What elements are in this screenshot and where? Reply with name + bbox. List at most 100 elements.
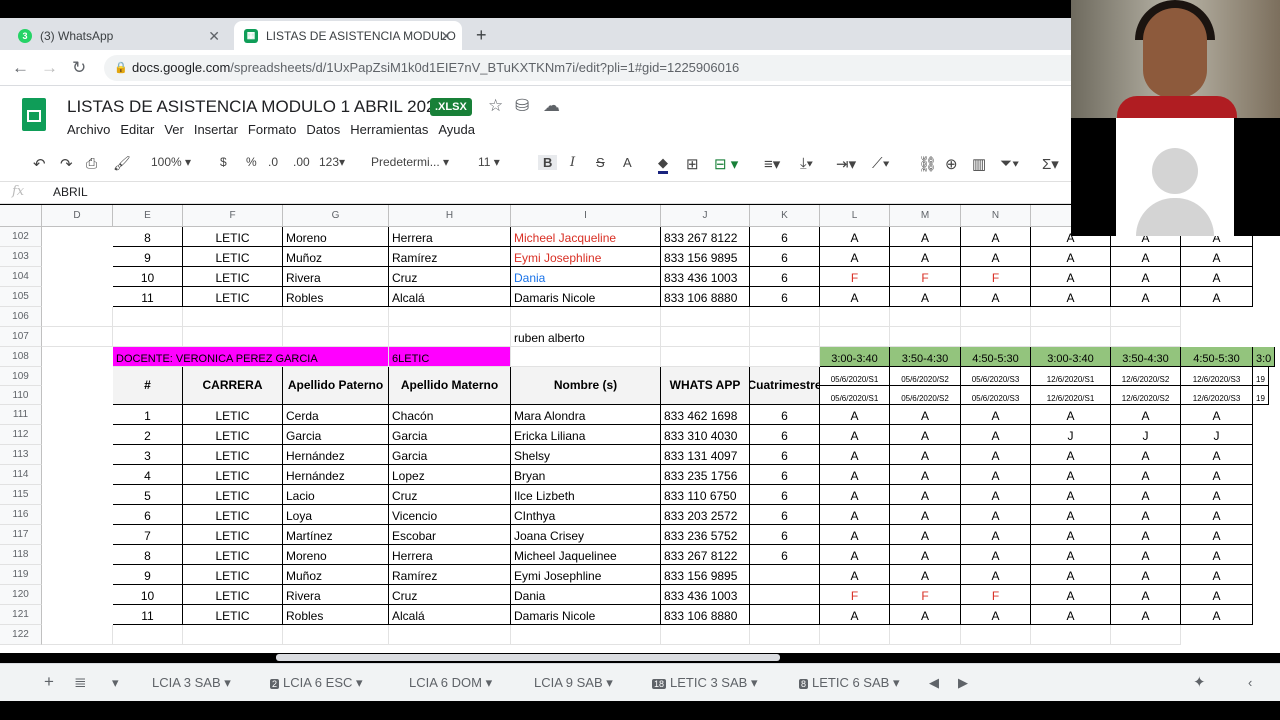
cell-attendance[interactable]: J bbox=[1031, 425, 1111, 445]
cell-attendance[interactable]: A bbox=[820, 247, 890, 267]
header-date[interactable]: 12/6/2020/S3 bbox=[1181, 386, 1253, 405]
cell-attendance[interactable]: A bbox=[820, 605, 890, 625]
sheets-logo-icon[interactable] bbox=[22, 98, 46, 131]
cell-nombre[interactable]: CInthya bbox=[511, 505, 661, 525]
cell-apellido-materno[interactable]: Cruz bbox=[389, 267, 511, 287]
cell-empty[interactable] bbox=[750, 327, 820, 347]
sheet-tabs-dropdown-icon[interactable]: ▾ bbox=[112, 675, 119, 691]
cell-number[interactable]: 10 bbox=[113, 267, 183, 287]
cell-nombre[interactable]: Mara Alondra bbox=[511, 405, 661, 425]
cell-attendance[interactable]: A bbox=[961, 565, 1031, 585]
cell-whatsapp[interactable]: 833 267 8122 bbox=[661, 227, 750, 247]
cell-apellido-materno[interactable]: Lopez bbox=[389, 465, 511, 485]
cell-time-slot[interactable]: 3:00-3:40 bbox=[1031, 347, 1111, 367]
cell-number[interactable]: 11 bbox=[113, 287, 183, 307]
header-date[interactable]: 19 bbox=[1253, 367, 1269, 386]
zoom-select[interactable]: 100% ▾ bbox=[151, 155, 191, 169]
cell-attendance[interactable]: A bbox=[820, 287, 890, 307]
link-icon[interactable]: ⛓ bbox=[918, 155, 937, 173]
sheet-tab-lcia-9-sab[interactable]: LCIA 9 SAB ▾ bbox=[534, 675, 613, 691]
cell-number[interactable]: 7 bbox=[113, 525, 183, 545]
cell-attendance[interactable]: A bbox=[1031, 405, 1111, 425]
row-header[interactable]: 119 bbox=[0, 565, 42, 585]
cell-apellido-materno[interactable]: Escobar bbox=[389, 525, 511, 545]
cell-attendance[interactable]: A bbox=[961, 405, 1031, 425]
header-date[interactable]: 05/6/2020/S1 bbox=[820, 367, 890, 386]
cell-whatsapp[interactable]: 833 236 5752 bbox=[661, 525, 750, 545]
tab-spreadsheet[interactable]: ▦ LISTAS DE ASISTENCIA MODULO ✕ bbox=[234, 21, 462, 50]
cell-whatsapp[interactable]: 833 436 1003 bbox=[661, 585, 750, 605]
forward-icon[interactable]: → bbox=[41, 58, 58, 78]
cell-whatsapp[interactable]: 833 436 1003 bbox=[661, 267, 750, 287]
cell-time-slot[interactable]: 4:50-5:30 bbox=[1181, 347, 1253, 367]
cell-empty[interactable] bbox=[113, 327, 183, 347]
column-header-j[interactable]: J bbox=[661, 205, 750, 227]
menu-ayuda[interactable]: Ayuda bbox=[438, 122, 475, 137]
header-date[interactable]: 12/6/2020/S2 bbox=[1111, 386, 1181, 405]
header-nombre[interactable]: Nombre (s) bbox=[511, 367, 661, 405]
cell-note[interactable]: ruben alberto bbox=[511, 327, 661, 347]
cell-nombre[interactable]: Dania bbox=[511, 585, 661, 605]
cell-attendance[interactable]: A bbox=[890, 405, 961, 425]
cell-attendance[interactable]: A bbox=[890, 445, 961, 465]
cell-empty[interactable] bbox=[750, 625, 820, 645]
cell-apellido-paterno[interactable]: Hernández bbox=[283, 445, 389, 465]
cell-attendance[interactable]: A bbox=[890, 525, 961, 545]
cell-whatsapp[interactable]: 833 106 8880 bbox=[661, 287, 750, 307]
header-carrera[interactable]: CARRERA bbox=[183, 367, 283, 405]
cell-attendance[interactable]: A bbox=[1031, 267, 1111, 287]
cell-number[interactable]: 10 bbox=[113, 585, 183, 605]
cell-apellido-materno[interactable]: Alcalá bbox=[389, 605, 511, 625]
cell-apellido-materno[interactable]: Herrera bbox=[389, 227, 511, 247]
cell-grupo[interactable]: 6LETIC bbox=[389, 347, 511, 367]
cell-empty[interactable] bbox=[750, 307, 820, 327]
header-date[interactable]: 12/6/2020/S3 bbox=[1181, 367, 1253, 386]
cell-apellido-paterno[interactable]: Moreno bbox=[283, 227, 389, 247]
cell-empty[interactable] bbox=[661, 327, 750, 347]
cell-attendance[interactable]: A bbox=[1111, 247, 1181, 267]
cell-time-slot[interactable]: 3:50-4:30 bbox=[890, 347, 961, 367]
close-icon[interactable]: ✕ bbox=[208, 28, 220, 45]
italic-icon[interactable]: I bbox=[570, 155, 575, 170]
cell-whatsapp[interactable]: 833 235 1756 bbox=[661, 465, 750, 485]
cell-attendance[interactable]: A bbox=[961, 505, 1031, 525]
cell-attendance[interactable]: A bbox=[890, 505, 961, 525]
select-all-corner[interactable] bbox=[0, 205, 42, 227]
cell-attendance[interactable]: A bbox=[890, 425, 961, 445]
functions-icon[interactable]: Σ▾ bbox=[1042, 155, 1059, 173]
menu-datos[interactable]: Datos bbox=[306, 122, 340, 137]
column-header-k[interactable]: K bbox=[750, 205, 820, 227]
cell-attendance[interactable]: A bbox=[1111, 585, 1181, 605]
cell-empty[interactable] bbox=[283, 327, 389, 347]
column-header-g[interactable]: G bbox=[283, 205, 389, 227]
cell-empty[interactable] bbox=[961, 327, 1031, 347]
menu-ver[interactable]: Ver bbox=[164, 122, 184, 137]
row-header[interactable]: 115 bbox=[0, 485, 42, 505]
row-header[interactable]: 121 bbox=[0, 605, 42, 625]
currency-button[interactable]: $ bbox=[220, 155, 227, 169]
cell-empty[interactable] bbox=[1111, 307, 1181, 327]
cell-apellido-paterno[interactable]: Hernández bbox=[283, 465, 389, 485]
cell-apellido-materno[interactable]: Ramírez bbox=[389, 247, 511, 267]
reload-icon[interactable]: ↻ bbox=[72, 58, 86, 78]
cell-cuatrimestre[interactable]: 6 bbox=[750, 505, 820, 525]
cell-attendance[interactable]: A bbox=[820, 445, 890, 465]
more-formats-button[interactable]: 123▾ bbox=[319, 155, 345, 169]
cell-carrera[interactable]: LETIC bbox=[183, 545, 283, 565]
cell-empty[interactable] bbox=[511, 347, 661, 367]
row-header[interactable]: 106 bbox=[0, 307, 42, 327]
cell-attendance[interactable]: F bbox=[961, 585, 1031, 605]
cell-time-slot[interactable]: 4:50-5:30 bbox=[961, 347, 1031, 367]
cell-attendance[interactable]: A bbox=[1181, 605, 1253, 625]
cell-carrera[interactable]: LETIC bbox=[183, 465, 283, 485]
cell-attendance[interactable]: A bbox=[1111, 485, 1181, 505]
cell-apellido-materno[interactable]: Ramírez bbox=[389, 565, 511, 585]
cell-whatsapp[interactable]: 833 203 2572 bbox=[661, 505, 750, 525]
cell-number[interactable]: 9 bbox=[113, 247, 183, 267]
header-date[interactable]: 19 bbox=[1253, 386, 1269, 405]
column-header-h[interactable]: H bbox=[389, 205, 511, 227]
cell-number[interactable]: 8 bbox=[113, 227, 183, 247]
column-header-f[interactable]: F bbox=[183, 205, 283, 227]
tab-whatsapp[interactable]: 3 (3) WhatsApp ✕ bbox=[8, 21, 230, 50]
cell-apellido-materno[interactable]: Herrera bbox=[389, 545, 511, 565]
